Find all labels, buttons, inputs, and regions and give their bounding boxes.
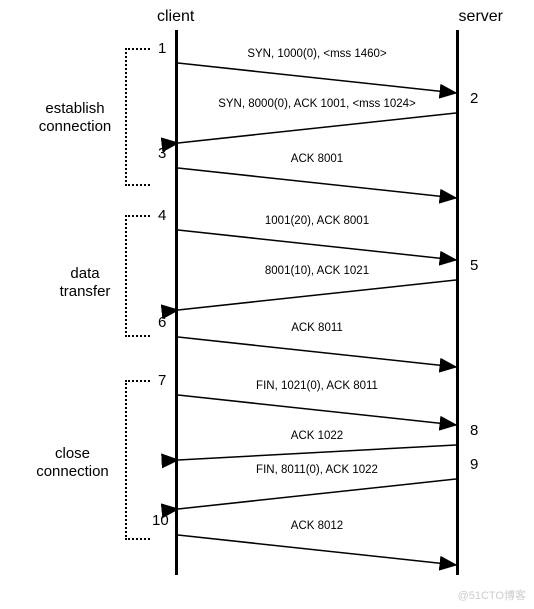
message-5-label: 8001(10), ACK 1021 [177,265,457,277]
message-10-label: ACK 8012 [177,520,457,532]
arrow-3 [178,168,456,198]
step-number-6: 6 [158,314,166,331]
arrow-4 [178,230,456,260]
server-lifeline [456,30,459,575]
phase-bracket-data [125,215,150,337]
arrow-10 [178,535,456,565]
step-number-2: 2 [470,90,478,107]
step-number-5: 5 [470,257,478,274]
step-number-4: 4 [158,207,166,224]
arrow-8 [178,445,456,460]
arrows-layer [0,0,534,609]
arrow-6 [178,337,456,367]
participant-client-label: client [157,8,194,26]
message-6-label: ACK 8011 [177,322,457,334]
message-8-label: ACK 1022 [177,430,457,442]
step-number-3: 3 [158,145,166,162]
message-4-label: 1001(20), ACK 8001 [177,215,457,227]
phase-label-establish: establish connection [30,100,120,136]
tcp-sequence-diagram: client server establish connection data … [0,0,534,609]
message-3-label: ACK 8001 [177,153,457,165]
message-1-label: SYN, 1000(0), <mss 1460> [177,48,457,60]
message-9-label: FIN, 8011(0), ACK 1022 [177,464,457,476]
step-number-9: 9 [470,456,478,473]
arrow-7 [178,395,456,425]
phase-label-data: data transfer [55,265,115,301]
arrow-2 [178,113,456,143]
message-7-label: FIN, 1021(0), ACK 8011 [177,380,457,392]
phase-bracket-establish [125,48,150,186]
step-number-8: 8 [470,422,478,439]
watermark-text: @51CTO博客 [458,587,526,603]
step-number-1: 1 [158,40,166,57]
arrow-9 [178,479,456,509]
phase-label-close: close connection [25,445,120,481]
step-number-7: 7 [158,372,166,389]
participant-server-label: server [459,8,503,26]
arrow-5 [178,280,456,310]
step-number-10: 10 [152,512,169,529]
phase-bracket-close [125,380,150,540]
client-lifeline [175,30,178,575]
arrow-1 [178,63,456,93]
message-2-label: SYN, 8000(0), ACK 1001, <mss 1024> [177,98,457,110]
